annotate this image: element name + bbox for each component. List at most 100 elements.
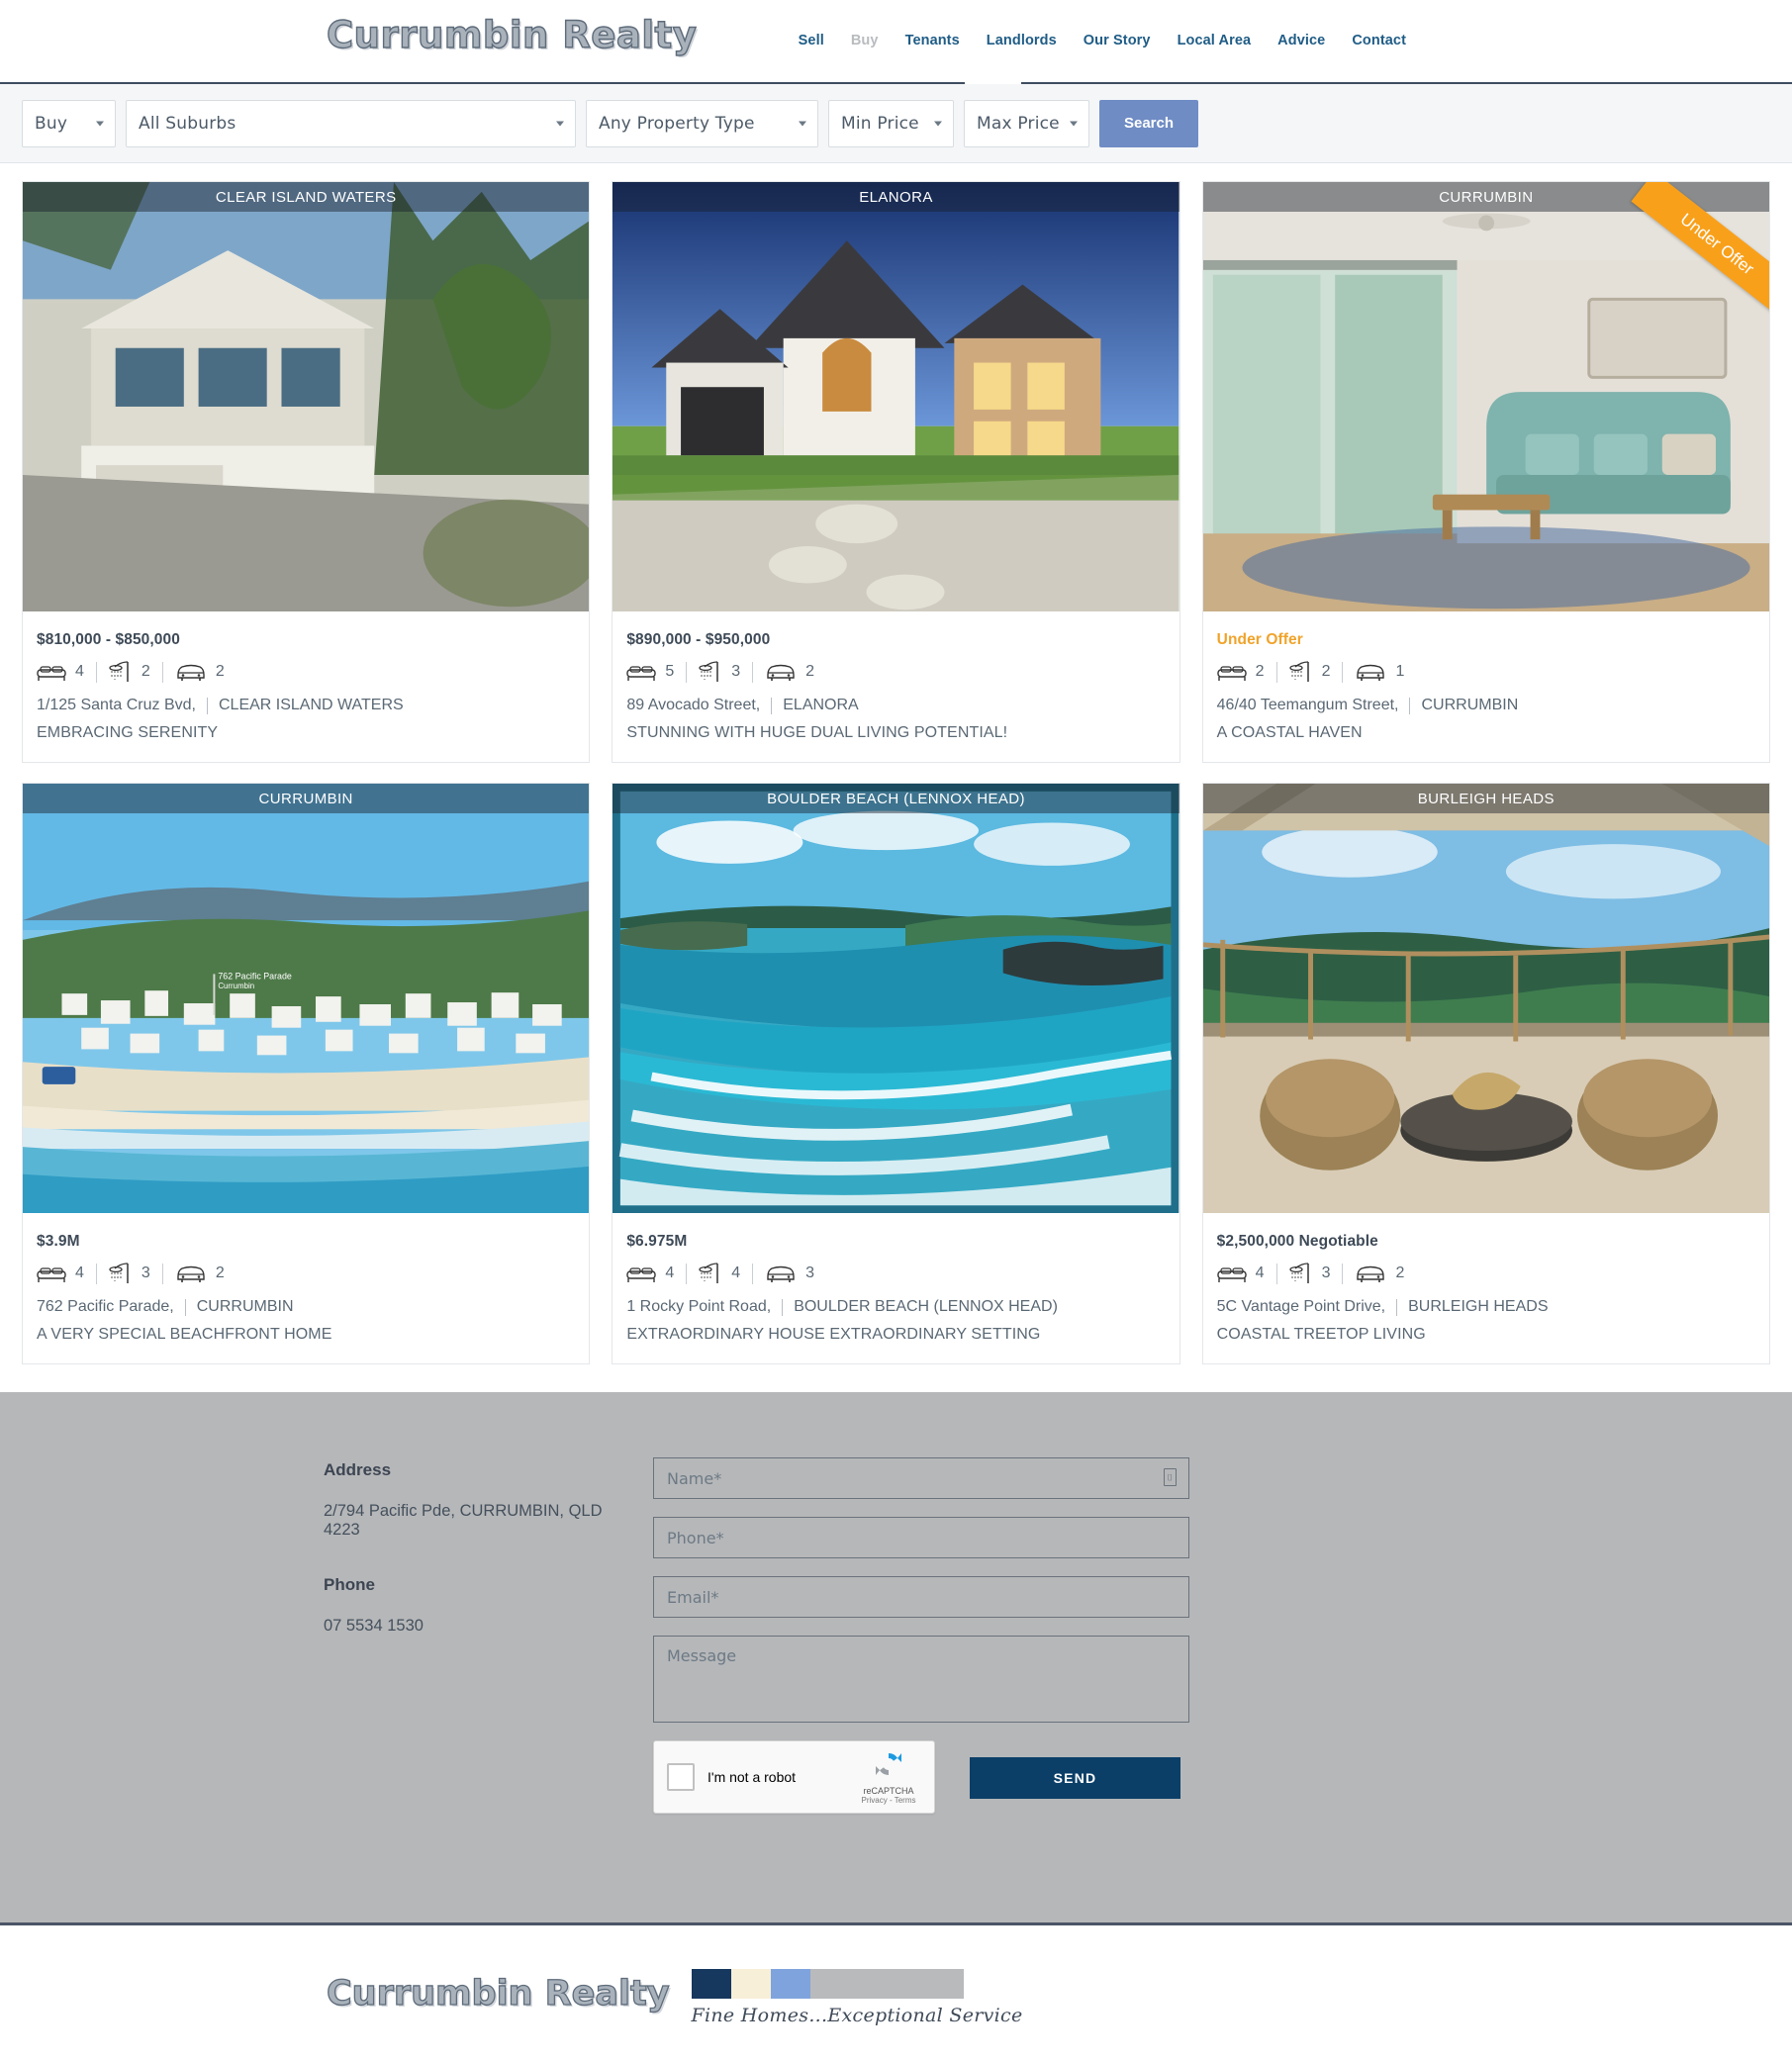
search-button[interactable]: Search [1099, 99, 1198, 147]
carspaces: 2 [175, 662, 225, 683]
car-count: 3 [805, 1265, 815, 1281]
balcony-photo-burleigh-heads [1202, 784, 1769, 1214]
feature-divider [161, 1263, 163, 1284]
chevron-down-icon [96, 121, 104, 126]
bathroom-count: 2 [1321, 663, 1331, 680]
property-tagline: EXTRAORDINARY HOUSE EXTRAORDINARY SETTIN… [626, 1326, 1041, 1343]
address-value: 2/794 Pacific Pde, CURRUMBIN, QLD 4223 [324, 1502, 603, 1539]
property-image[interactable]: ELANORA [613, 182, 1179, 617]
bathroom-count: 2 [141, 663, 150, 680]
nav-item-advice[interactable]: Advice [1277, 33, 1325, 48]
phone-input[interactable] [653, 1517, 1189, 1558]
carspaces: 1 [1355, 662, 1404, 683]
bedroom-count: 4 [75, 663, 84, 680]
min-price-value: Min Price [841, 113, 919, 134]
property-features: 4 3 2 [37, 1262, 575, 1285]
property-card[interactable]: CLEAR ISLAND WATERS $810,000 - $850,000 … [22, 181, 591, 763]
nav-item-tenants[interactable]: Tenants [905, 33, 960, 48]
suburb-label: CURRUMBIN [23, 784, 590, 813]
feature-divider [95, 661, 97, 683]
send-button[interactable]: SEND [970, 1757, 1180, 1799]
chevron-down-icon [556, 121, 564, 126]
nav-item-our-story[interactable]: Our Story [1084, 33, 1151, 48]
property-card[interactable]: ELANORA $890,000 - $950,000 5 3 2 89 Avo… [612, 181, 1180, 763]
message-textarea[interactable] [653, 1636, 1189, 1723]
bedrooms: 4 [37, 663, 84, 682]
recaptcha-checkbox[interactable] [667, 1763, 695, 1791]
property-type-value: Any Property Type [599, 113, 755, 134]
chevron-down-icon [1070, 121, 1078, 126]
property-card[interactable]: 762 Pacific Parade Currumbin CURRUMBIN $… [22, 783, 591, 1364]
footer-brand-block: Fine Homes...Exceptional Service [691, 1961, 1023, 2026]
address-divider [184, 1298, 186, 1316]
suburb-value: All Suburbs [139, 113, 236, 134]
shower-icon [699, 661, 718, 682]
min-price-select[interactable]: Min Price [828, 99, 954, 147]
chevron-down-icon [799, 121, 806, 126]
car-count: 2 [215, 1265, 225, 1281]
chevron-down-icon [934, 121, 942, 126]
header-logo[interactable]: Currumbin Realty [326, 13, 698, 56]
nav-item-contact[interactable]: Contact [1352, 33, 1406, 48]
property-type-select[interactable]: Any Property Type [586, 99, 818, 147]
nav-item-sell[interactable]: Sell [799, 33, 824, 48]
address-suburb: CURRUMBIN [196, 1298, 294, 1315]
property-image[interactable]: CLEAR ISLAND WATERS [23, 182, 590, 617]
car-icon [177, 1265, 205, 1282]
property-address: 1 Rocky Point Road, BOULDER BEACH (LENNO… [626, 1298, 1165, 1316]
nav-item-local-area[interactable]: Local Area [1178, 33, 1252, 48]
footer-logo-text: Currumbin Realty [326, 1973, 670, 2014]
car-icon [767, 664, 795, 681]
logo-text: Currumbin Realty [326, 13, 698, 56]
property-price: $3.9M [37, 1233, 80, 1250]
street-address: 762 Pacific Parade, [37, 1298, 174, 1315]
property-details: $6.975M 4 4 3 1 Rocky Point Road, BOULDE… [613, 1219, 1179, 1363]
address-suburb: BURLEIGH HEADS [1408, 1298, 1549, 1315]
property-listing-grid: CLEAR ISLAND WATERS $810,000 - $850,000 … [0, 163, 1792, 1364]
property-image[interactable]: 762 Pacific Parade Currumbin CURRUMBIN [23, 784, 590, 1219]
bed-icon [1216, 1266, 1247, 1282]
max-price-select[interactable]: Max Price [964, 99, 1089, 147]
search-mode-select[interactable]: Buy [22, 99, 116, 147]
feature-divider [161, 661, 163, 683]
nav-item-buy[interactable]: Buy [851, 33, 879, 48]
property-image[interactable]: CURRUMBIN Under Offer [1202, 182, 1769, 617]
recaptcha-widget[interactable]: I'm not a robot reCAPTCHA Privacy - Term… [653, 1740, 935, 1814]
property-features: 5 3 2 [626, 660, 1165, 684]
property-price: $2,500,000 Negotiable [1216, 1233, 1378, 1250]
car-icon [1357, 664, 1385, 681]
shower-icon [1288, 661, 1309, 682]
swatch-grey [809, 1968, 964, 1999]
phone-heading: Phone [324, 1575, 375, 1594]
property-features: 4 2 2 [37, 660, 575, 684]
email-input[interactable] [653, 1576, 1189, 1618]
bathroom-count: 3 [1321, 1265, 1331, 1281]
property-image[interactable]: BOULDER BEACH (LENNOX HEAD) [613, 784, 1179, 1219]
property-features: 4 3 2 [1216, 1262, 1755, 1285]
property-price: $6.975M [626, 1233, 688, 1250]
property-address: 1/125 Santa Cruz Bvd, CLEAR ISLAND WATER… [37, 697, 575, 714]
property-details: $3.9M 4 3 2 762 Pacific Parade, CURRUMBI… [23, 1219, 589, 1363]
bathroom-count: 3 [141, 1265, 150, 1281]
property-card[interactable]: BURLEIGH HEADS $2,500,000 Negotiable 4 3… [1201, 783, 1770, 1364]
shower-icon [109, 1263, 129, 1283]
street-address: 1 Rocky Point Road, [626, 1298, 772, 1315]
property-card[interactable]: CURRUMBIN Under Offer Under Offer 2 2 1 … [1201, 181, 1770, 763]
captcha-and-send: I'm not a robot reCAPTCHA Privacy - Term… [653, 1740, 1189, 1814]
bedroom-count: 4 [665, 1265, 675, 1281]
bed-icon [37, 665, 66, 681]
property-details: $810,000 - $850,000 4 2 2 1/125 Santa Cr… [23, 617, 589, 762]
name-input[interactable] [653, 1457, 1189, 1499]
property-card[interactable]: BOULDER BEACH (LENNOX HEAD) $6.975M 4 4 … [612, 783, 1180, 1364]
nav-item-landlords[interactable]: Landlords [987, 33, 1057, 48]
property-features: 2 2 1 [1216, 660, 1755, 684]
bed-icon [1216, 665, 1247, 681]
main-navigation: Sell Buy Tenants Landlords Our Story Loc… [799, 33, 1406, 48]
swatch-blue [770, 1968, 810, 1999]
bedrooms: 4 [1216, 1265, 1265, 1283]
recaptcha-terms[interactable]: Privacy - Terms [855, 1796, 922, 1805]
feature-divider [95, 1263, 97, 1284]
property-image[interactable]: BURLEIGH HEADS [1202, 784, 1769, 1219]
suburb-select[interactable]: All Suburbs [126, 99, 576, 147]
property-address: 46/40 Teemangum Street, CURRUMBIN [1217, 697, 1755, 714]
